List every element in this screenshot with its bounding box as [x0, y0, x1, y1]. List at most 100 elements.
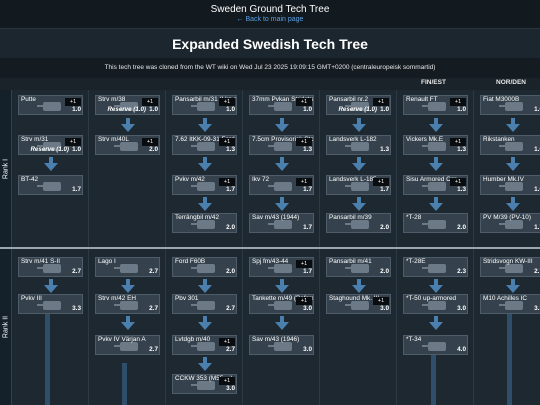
down-arrow-icon: [352, 285, 366, 293]
down-arrow-icon: [429, 163, 443, 171]
rank-value: 1.0: [72, 146, 81, 153]
tank-icon: [37, 301, 61, 310]
vehicle-card-terr-ngbil-m-42[interactable]: Terrängbil m/42 2.0: [172, 213, 237, 233]
vehicle-card-strv-m-41-s-ii[interactable]: Strv m/41 S-II 2.7: [18, 257, 83, 277]
battle-rating-badge: +1: [373, 297, 389, 305]
vehicle-name: Pbv 301: [175, 295, 199, 302]
vehicle-card-landsverk-l-185[interactable]: Landsverk L-185 +1 1.7: [326, 175, 391, 195]
vehicle-card-strv-m-40l[interactable]: Strv m/40L +1 2.0: [95, 135, 160, 155]
vehicle-card-pvkv-iii[interactable]: Pvkv III 3.3: [18, 294, 83, 314]
battle-rating-badge: +1: [296, 98, 312, 106]
vehicle-card-strv-m-42-eh[interactable]: Strv m/42 EH 2.7: [95, 294, 160, 314]
vehicle-card-renault-ft[interactable]: Renault FT +1 1.0: [403, 95, 468, 115]
vehicle-card-vickers-mk-e[interactable]: Vickers Mk.E +1 1.3: [403, 135, 468, 155]
vehicle-card-pv-m-39-pv-10[interactable]: PV M/39 (PV-10)1.7: [480, 213, 540, 233]
vehicle-card-7-5cm-provisorisk-stormpj-s[interactable]: 7.5cm Provisorisk Stormpjäs+11.3: [249, 135, 314, 155]
vehicle-name: Staghound Mk. III: [329, 295, 380, 302]
vehicle-card-t-28e[interactable]: *T-28E 2.3: [403, 257, 468, 277]
vehicle-name: Strv m/40L: [98, 136, 129, 143]
vehicle-card-7-62-itkk-09-31-ford[interactable]: 7.62 ItKK-09-31 Ford +1 1.3: [172, 135, 237, 155]
rank-value: 3.0: [303, 305, 312, 312]
vehicle-card-bt-42[interactable]: BT-42 1.7: [18, 175, 83, 195]
vehicle-name: Ford F60B: [175, 258, 206, 265]
rank-value: 3.0: [226, 385, 235, 392]
down-arrow-icon: [429, 285, 443, 293]
vehicle-name: Fiat M3000B: [483, 96, 520, 103]
vehicle-card-humber-mk-iv[interactable]: Humber Mk.IV 1.0: [480, 175, 540, 195]
site-title: Sweden Ground Tech Tree: [210, 4, 330, 15]
battle-rating-badge: +1: [373, 178, 389, 186]
down-arrow-icon: [198, 124, 212, 132]
vehicle-card-pansarbil-nr-2[interactable]: Pansarbil nr.2 +1 Reserve (1.0) 1.0: [326, 95, 391, 115]
rank-2-bar: Rank II: [0, 249, 12, 405]
battle-rating-badge: +1: [450, 138, 466, 146]
vehicle-card-strv-m-38[interactable]: Strv m/38 +1 Reserve (1.0) 1.0: [95, 95, 160, 115]
rank-value: 1.0: [534, 146, 540, 153]
vehicle-card-cckw-353-m55[interactable]: CCKW 353 (M55 ...) +1 3.0: [172, 374, 237, 394]
vehicle-card-stridsvogn-kw-iii[interactable]: Stridsvogn KW-III2.7: [480, 257, 540, 277]
vehicle-card-ikv-72[interactable]: Ikv 72 +1 1.7: [249, 175, 314, 195]
battle-rating-badge: +1: [450, 178, 466, 186]
vehicle-card-sav-m-43-1946[interactable]: Sav m/43 (1946) 3.0: [249, 335, 314, 355]
vehicle-name: Landsverk L-182: [329, 136, 377, 143]
rank-value: 2.7: [149, 268, 158, 275]
vehicle-card-ford-f60b[interactable]: Ford F60B 2.0: [172, 257, 237, 277]
vehicle-card-fiat-m3000b[interactable]: Fiat M3000B 1.0: [480, 95, 540, 115]
tank-icon: [37, 102, 61, 111]
battle-rating-badge: +1: [296, 297, 312, 305]
nation-header-nor-den: NOR/DEN: [496, 79, 526, 86]
vehicle-name: PV M/39 (PV-10): [483, 214, 531, 221]
vehicle-card-strv-m-31[interactable]: Strv m/31 +1 Reserve (1.0) 1.0: [18, 135, 83, 155]
vehicle-card-rikstanken[interactable]: Rikstanken 1.0: [480, 135, 540, 155]
rank-value: 4.0: [457, 346, 466, 353]
vehicle-name: Sav m/43 (1944): [252, 214, 300, 221]
back-to-main-link[interactable]: ← Back to main page: [0, 16, 540, 23]
vehicle-card-staghound-mk-iii[interactable]: Staghound Mk. III +1 3.0: [326, 294, 391, 314]
vehicle-card-landsverk-l-182[interactable]: Landsverk L-182 1.3: [326, 135, 391, 155]
vehicle-card-putte[interactable]: Putte +1 1.0: [18, 95, 83, 115]
page-title: Expanded Swedish Tech Tree: [0, 28, 540, 58]
vehicle-card-pansarbil-m-39[interactable]: Pansarbil m/39 2.0: [326, 213, 391, 233]
vehicle-name: *T-28: [406, 214, 422, 221]
vehicle-name: Sisu Armored Car: [406, 176, 457, 183]
down-arrow-icon: [198, 163, 212, 171]
rank-1-label: Rank I: [2, 158, 9, 179]
vehicle-card-tankette-m-49-bofors-40mm[interactable]: Tankette m/49 (Bofors 40mm)+13.0: [249, 294, 314, 314]
vehicle-name: Vickers Mk.E: [406, 136, 444, 143]
down-arrow-icon: [506, 163, 520, 171]
rank-value: 2.0: [226, 268, 235, 275]
down-arrow-icon: [121, 322, 135, 330]
rank-value: 1.3: [457, 146, 466, 153]
rank-value: 2.7: [72, 268, 81, 275]
vehicle-card-37mm-pvkan-stridstraktor[interactable]: 37mm Pvkan Stridstraktor+11.0: [249, 95, 314, 115]
vehicle-card-t-28[interactable]: *T-28 2.0: [403, 213, 468, 233]
vehicle-name: *T-50 up-armored: [406, 295, 457, 302]
vehicle-name: Renault FT: [406, 96, 438, 103]
vehicle-card-pansarbil-m-41[interactable]: Pansarbil m/41 2.0: [326, 257, 391, 277]
rank-separator: [0, 247, 540, 249]
vehicle-card-lvtdgb-m-40[interactable]: Lvtdgb m/40 +1 2.7: [172, 335, 237, 355]
vehicle-card-pvkv-m-42[interactable]: Pvkv m/42 +1 1.7: [172, 175, 237, 195]
vehicle-name: Lago I: [98, 258, 116, 265]
vehicle-card-t-50-up-armored[interactable]: *T-50 up-armored 3.0: [403, 294, 468, 314]
vehicle-card-pbv-301[interactable]: Pbv 301 2.7: [172, 294, 237, 314]
battle-rating-badge: +1: [219, 338, 235, 346]
battle-rating-badge: +1: [142, 138, 158, 146]
vehicle-card-pansarbil-m-31-lkp-m-36[interactable]: Pansarbil m/31 (Lkp m/36)+11.0: [172, 95, 237, 115]
vehicle-card-sisu-armored-car[interactable]: Sisu Armored Car +1 1.3: [403, 175, 468, 195]
down-arrow-icon: [275, 322, 289, 330]
rank-value: 1.0: [380, 106, 389, 113]
vehicle-name: Spj fm/43-44: [252, 258, 289, 265]
tank-icon: [422, 220, 446, 229]
down-arrow-icon: [429, 124, 443, 132]
vehicle-card-spj-fm-43-44[interactable]: Spj fm/43-44 +1 1.7: [249, 257, 314, 277]
vehicle-card-t-34[interactable]: *T-34 4.0: [403, 335, 468, 355]
vehicle-card-sav-m-43-1944[interactable]: Sav m/43 (1944) 1.7: [249, 213, 314, 233]
battle-rating-badge: +1: [373, 98, 389, 106]
rank-value: 1.0: [534, 106, 540, 113]
vehicle-card-m10-achilles-ic[interactable]: M10 Achilles IC 3.3: [480, 294, 540, 314]
rank-1-bar: Rank I: [0, 90, 12, 247]
vehicle-card-lago-i[interactable]: Lago I 2.7: [95, 257, 160, 277]
rank-value: 2.0: [380, 268, 389, 275]
vehicle-card-pvkv-iv-v-rjan-a[interactable]: Pvkv IV Värjan A 2.7: [95, 335, 160, 355]
